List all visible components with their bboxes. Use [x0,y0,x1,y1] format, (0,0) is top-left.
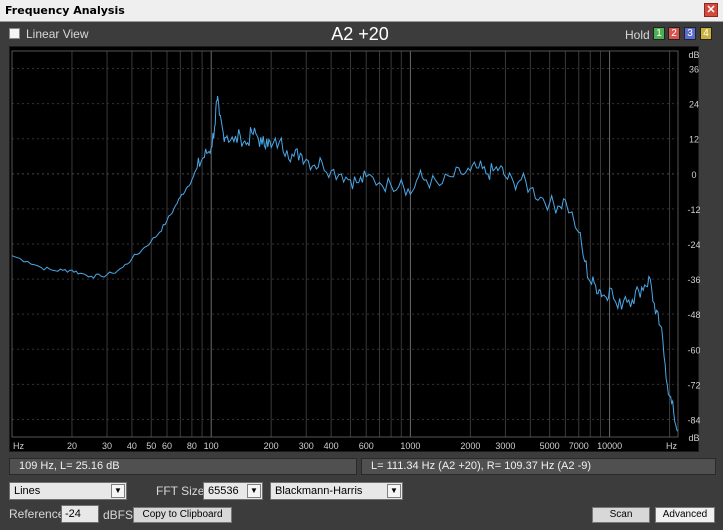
x-tick-label: 10000 [597,441,622,451]
x-tick-label: Hz [666,441,677,451]
frequency-plot[interactable]: 36 24 12 0 -12 -24 -36 -48 -60 -72 -84 dB dB Hz 20 30 40… [9,46,700,453]
y-tick-label: -72 [687,380,700,390]
y-tick-label: -12 [687,205,700,215]
hold-button-2[interactable]: 2 [668,27,680,40]
chevron-down-icon[interactable]: ▼ [111,484,125,498]
channel-title: A2 +20 [331,24,389,44]
y-tick-label: 36 [689,65,699,75]
hold-label: Hold [625,28,650,42]
hold-button-3-label: 3 [687,28,693,39]
x-tick-label: 300 [299,441,314,451]
hold-button-1[interactable]: 1 [653,27,665,40]
chevron-down-icon[interactable]: ▼ [247,484,261,498]
reference-unit: dBFS [103,508,134,522]
spectrum-chart[interactable]: 36 24 12 0 -12 -24 -36 -48 -60 -72 -84 dB dB Hz 20 30 40… [10,47,700,453]
x-tick-label: 600 [359,441,374,451]
x-tick-label: 3000 [495,441,515,451]
y-tick-label: 12 [689,135,699,145]
analysis-toolbar: Linear View A2 +20 Hold 1 2 3 4 [0,22,723,46]
x-tick-label: 1000 [400,441,420,451]
y-tick-label: -24 [687,240,700,250]
display-mode-select[interactable]: Lines ▼ [9,482,127,500]
fft-size-value: 65536 [208,485,239,497]
y-tick-label: -36 [687,275,700,285]
x-tick-label: 5000 [540,441,560,451]
hold-button-4-label: 4 [703,28,709,39]
fft-size-label: FFT Size [156,484,205,498]
y-tick-label: 0 [691,170,696,180]
x-tick-label: 100 [204,441,219,451]
close-button[interactable]: ✕ [704,3,718,17]
title-bar: Frequency Analysis ✕ [0,0,723,22]
scan-button[interactable]: Scan [592,507,650,523]
x-tick-label: 7000 [569,441,589,451]
y-tick-label: dB [688,433,699,443]
x-tick-label: 30 [102,441,112,451]
hold-button-2-label: 2 [671,28,677,39]
reference-input[interactable]: -24 [61,505,99,523]
peak-readout: L= 111.34 Hz (A2 +20), R= 109.37 Hz (A2 … [361,458,716,475]
x-tick-label: 50 [146,441,156,451]
y-tick-label: -84 [687,415,700,425]
x-tick-label: Hz [13,441,24,451]
advanced-button[interactable]: Advanced [655,507,715,523]
x-tick-label: 400 [324,441,339,451]
spectrum-line [11,96,679,432]
hold-button-3[interactable]: 3 [684,27,696,40]
y-tick-label: 24 [689,100,699,110]
close-icon: ✕ [706,4,716,16]
display-mode-value: Lines [14,485,41,497]
y-unit-label: dB [688,50,699,60]
y-tick-label: -48 [687,310,700,320]
x-tick-label: 40 [127,441,137,451]
hold-button-4[interactable]: 4 [700,27,712,40]
window-function-value: Blackmann-Harris [275,485,363,497]
x-tick-label: 60 [162,441,172,451]
window-title: Frequency Analysis [5,4,125,17]
fft-size-select[interactable]: 65536 ▼ [203,482,263,500]
copy-to-clipboard-button[interactable]: Copy to Clipboard [133,507,232,523]
x-tick-label: 80 [187,441,197,451]
linear-view-checkbox[interactable] [9,28,20,39]
chevron-down-icon[interactable]: ▼ [387,484,401,498]
hold-button-1-label: 1 [656,28,662,39]
x-tick-label: 200 [264,441,279,451]
linear-view-label: Linear View [26,27,89,41]
cursor-readout: 109 Hz, L= 25.16 dB [9,458,357,475]
window-function-select[interactable]: Blackmann-Harris ▼ [270,482,403,500]
x-tick-label: 2000 [460,441,480,451]
x-tick-label: 20 [67,441,77,451]
reference-label: Reference [9,507,65,521]
y-tick-label: -60 [687,345,700,355]
